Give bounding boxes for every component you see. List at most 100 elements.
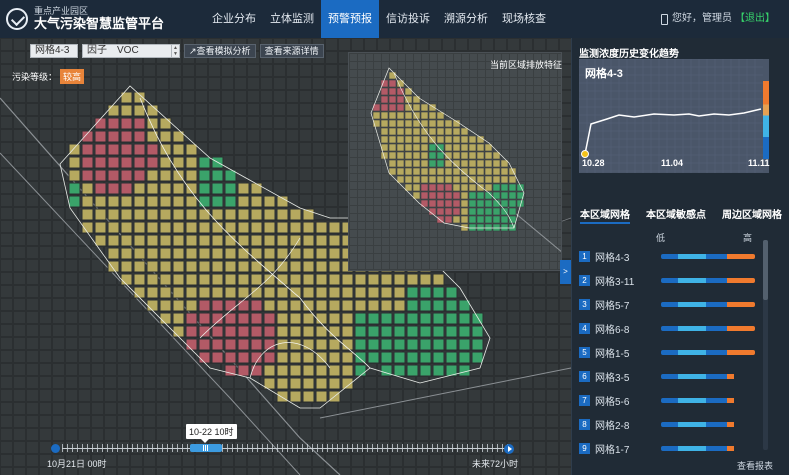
grid-list-row[interactable]: 5 网格1-5 xyxy=(579,340,769,364)
pollution-level: 污染等级： 较高 xyxy=(12,69,85,84)
trend-chart[interactable]: 网格4-3 10.28 11.04 11.11 xyxy=(579,59,770,173)
pollution-badge: 较高 xyxy=(60,69,85,84)
nav-field-check[interactable]: 现场核查 xyxy=(495,0,553,38)
top-header: 重点产业园区 大气污染智慧监管平台 企业分布 立体监测 预警预报 信访投诉 溯源… xyxy=(0,0,789,38)
play-icon[interactable] xyxy=(51,444,60,453)
row-level-bar xyxy=(661,373,755,379)
grid-list-row[interactable]: 9 网格1-7 xyxy=(579,436,769,460)
timeline-handle[interactable] xyxy=(190,444,222,452)
view-source-button[interactable]: 查看来源详情 xyxy=(259,44,324,58)
level-bar-segment xyxy=(661,421,678,427)
nav-monitoring[interactable]: 立体监测 xyxy=(263,0,321,38)
level-bar-segment xyxy=(677,445,707,451)
logout-link[interactable]: 【退出】 xyxy=(735,0,775,38)
row-grid-name: 网格4-3 xyxy=(595,252,630,264)
level-bar-segment xyxy=(661,325,678,331)
level-bar-segment xyxy=(677,373,707,379)
grid-list-row[interactable]: 8 网格2-8 xyxy=(579,412,769,436)
user-greeting: 您好，管理员 xyxy=(672,13,732,24)
level-bar-segment xyxy=(661,373,678,379)
factor-value: VOC xyxy=(117,45,139,56)
row-level-bar xyxy=(661,277,755,283)
level-bar-segment xyxy=(677,277,707,283)
level-bar-segment xyxy=(661,253,678,259)
row-level-bar xyxy=(661,397,755,403)
pollution-label: 污染等级： xyxy=(12,72,58,82)
row-level-bar xyxy=(661,325,755,331)
grid-list-row[interactable]: 1 网格4-3 xyxy=(579,244,769,268)
grid-list-row[interactable]: 7 网格5-6 xyxy=(579,388,769,412)
phone-icon[interactable] xyxy=(661,13,668,25)
row-level-bar xyxy=(661,301,755,307)
level-bar-segment xyxy=(706,445,727,451)
factor-select[interactable]: 因子 VOC ▲ ▼ xyxy=(82,44,180,58)
select-arrows-icon: ▲ ▼ xyxy=(171,45,179,57)
level-bar-segment xyxy=(726,445,735,451)
level-bar-segment xyxy=(677,301,707,307)
timeline-end: 未来72小时 xyxy=(472,459,519,469)
row-grid-name: 网格6-8 xyxy=(595,324,630,336)
tab-sensitive-points[interactable]: 本区域敏感点 xyxy=(646,206,706,224)
grid-ranking-list: 1 网格4-3 2 网格3-11 3 网格5-7 4 网格6-8 5 网格1-5 6 网格3-5 7 网格… xyxy=(579,244,769,460)
level-bar-segment xyxy=(661,397,678,403)
next-icon[interactable] xyxy=(504,444,514,454)
grid-list-row[interactable]: 3 网格5-7 xyxy=(579,292,769,316)
legend-high: 高 xyxy=(742,233,752,243)
trend-x-label: 11.04 xyxy=(661,158,684,168)
level-bar-segment xyxy=(726,325,755,331)
level-bar-segment xyxy=(706,301,727,307)
timeline-tooltip: 10-22 10时 xyxy=(186,424,237,443)
level-bar-segment xyxy=(706,349,727,355)
trend-title: 监测浓度历史变化趋势 xyxy=(579,49,679,60)
app-subtitle: 重点产业园区 xyxy=(34,6,89,16)
inset-grid-map[interactable] xyxy=(349,53,562,271)
level-bar-segment xyxy=(661,349,678,355)
level-bar-segment xyxy=(661,445,678,451)
row-index: 6 xyxy=(579,370,590,382)
row-grid-name: 网格1-5 xyxy=(595,348,630,360)
nav-warning-forecast[interactable]: 预警预报 xyxy=(321,0,379,38)
inset-title: 当前区域排放特征 xyxy=(490,60,563,70)
row-grid-name: 网格5-6 xyxy=(595,396,630,408)
row-grid-name: 网格5-7 xyxy=(595,300,630,312)
nav-complaints[interactable]: 信访投诉 xyxy=(379,0,437,38)
grid-list-row[interactable]: 6 网格3-5 xyxy=(579,364,769,388)
trend-grid-label: 网格4-3 xyxy=(585,68,623,80)
row-level-bar xyxy=(661,349,755,355)
grid-list-row[interactable]: 4 网格6-8 xyxy=(579,316,769,340)
emission-inset-map[interactable] xyxy=(348,52,562,271)
row-index: 2 xyxy=(579,274,590,286)
level-bar-segment xyxy=(726,397,735,403)
tab-area-grid[interactable]: 本区域网格 xyxy=(580,206,630,224)
tab-nearby-grid[interactable]: 周边区域网格 xyxy=(722,206,782,224)
grid-select[interactable]: 网格4-3 xyxy=(30,44,78,58)
level-legend: 低 高 xyxy=(656,231,752,244)
level-bar-segment xyxy=(726,277,755,283)
trend-x-label: 10.28 xyxy=(582,158,605,168)
view-simulation-button[interactable]: ↗查看模拟分析 xyxy=(184,44,256,58)
row-index: 3 xyxy=(579,298,590,310)
level-bar-segment xyxy=(726,301,755,307)
level-bar-segment xyxy=(706,325,727,331)
row-level-bar xyxy=(661,445,755,451)
timeline-start: 10月21日 00时 xyxy=(47,459,107,469)
row-index: 1 xyxy=(579,250,590,262)
row-index: 4 xyxy=(579,322,590,334)
level-bar-segment xyxy=(726,421,735,427)
timeline: 10-22 10时 10月21日 00时 未来72小时 xyxy=(0,402,571,475)
row-grid-name: 网格2-8 xyxy=(595,420,630,432)
legend-low: 低 xyxy=(656,233,666,243)
list-scroll-thumb[interactable] xyxy=(763,240,768,300)
app-logo[interactable]: 重点产业园区 大气污染智慧监管平台 xyxy=(0,6,205,32)
nav-source-analysis[interactable]: 溯源分析 xyxy=(437,0,495,38)
level-bar-segment xyxy=(706,253,727,259)
level-bar-segment xyxy=(726,373,735,379)
level-bar-segment xyxy=(706,421,727,427)
view-report-link[interactable]: 查看报表 xyxy=(737,459,773,472)
grid-list-row[interactable]: 2 网格3-11 xyxy=(579,268,769,292)
nav-enterprise[interactable]: 企业分布 xyxy=(205,0,263,38)
panel-toggle-button[interactable]: > xyxy=(560,260,571,284)
timeline-ticks xyxy=(62,444,510,452)
level-bar-segment xyxy=(726,253,755,259)
level-bar-segment xyxy=(677,397,707,403)
